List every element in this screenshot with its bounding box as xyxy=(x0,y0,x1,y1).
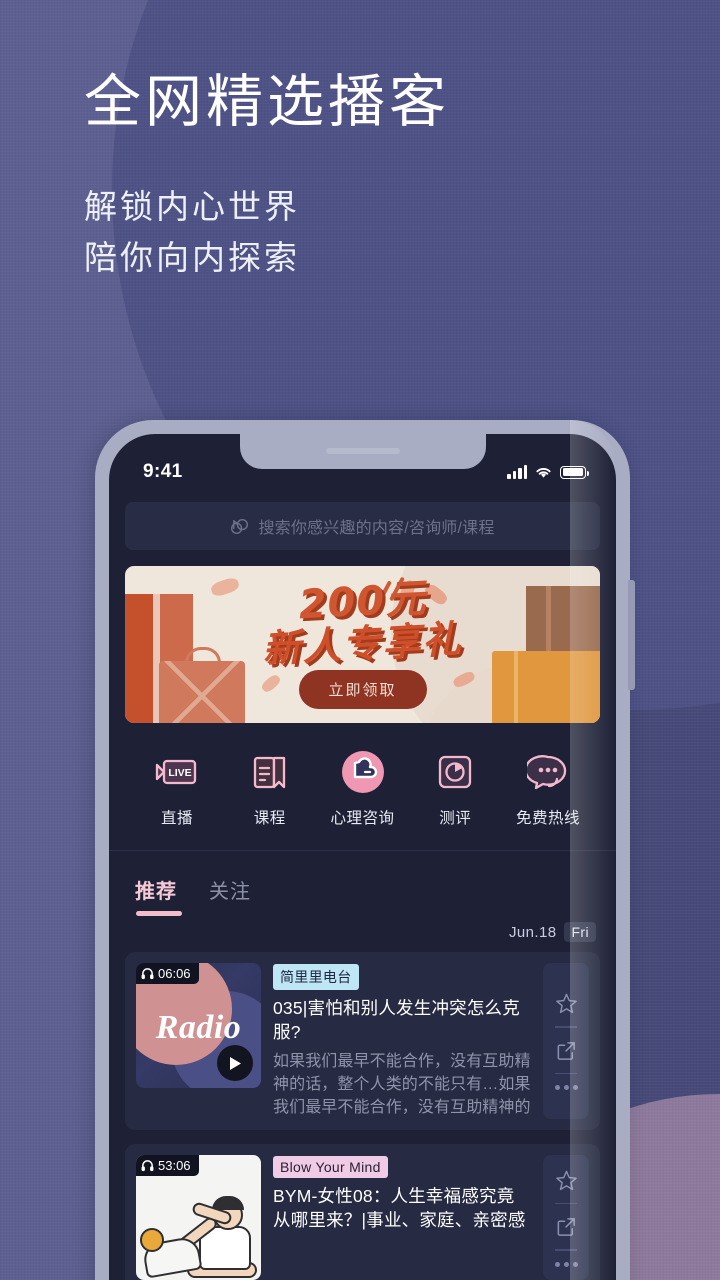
play-button[interactable] xyxy=(217,1045,253,1081)
more-dots-icon[interactable] xyxy=(554,1085,578,1091)
share-external-link-icon[interactable] xyxy=(555,1039,578,1062)
thumb-radio-text: Radio xyxy=(155,1009,242,1046)
battery-icon xyxy=(560,465,589,479)
card-action-rail xyxy=(543,963,589,1120)
claim-now-button[interactable]: 立即领取 xyxy=(298,670,427,709)
status-bar: 9:41 xyxy=(109,434,616,496)
phone-side-button xyxy=(628,580,635,690)
feed-date-row: Jun.18 Fri xyxy=(109,916,616,952)
tab-label: 关注 xyxy=(209,881,251,903)
wifi-icon xyxy=(536,467,551,478)
quicknav-item-live[interactable]: LIVE 直播 xyxy=(135,749,219,828)
phone-screen: 9:41 搜索你感兴趣的内容/咨询师/课程 200元 新人专享礼 立即领取 LI… xyxy=(109,434,616,1280)
card-description: 如果我们最早不能合作，没有互助精神的话，整个人类的不能只有…如果我们最早不能合作… xyxy=(273,1053,531,1117)
star-outline-icon[interactable] xyxy=(555,992,578,1015)
share-external-link-icon[interactable] xyxy=(555,1215,578,1238)
cellular-signal-icon xyxy=(507,465,527,479)
quicknav-item-hotline[interactable]: 免费热线 xyxy=(506,749,590,828)
rail-divider xyxy=(555,1026,577,1028)
quicknav-label: 免费热线 xyxy=(515,810,580,827)
hero-subtext: 解锁内心世界 陪你向内探索 xyxy=(84,181,450,283)
card-duration: 06:06 xyxy=(136,963,199,984)
counseling-cloud-icon xyxy=(340,749,386,795)
play-icon xyxy=(229,1056,241,1070)
card-tag[interactable]: 简里里电台 xyxy=(273,964,359,990)
card-title: BYM-女性08：人生幸福感究竟从哪里来？|事业、家庭、亲密感 xyxy=(273,1186,526,1230)
card-duration-text: 53:06 xyxy=(158,1158,191,1174)
svg-text:LIVE: LIVE xyxy=(168,767,191,779)
rail-divider xyxy=(555,1072,577,1075)
promo-page: 全网精选播客 解锁内心世界 陪你向内探索 9:41 搜索你感兴趣的内容/咨询师/… xyxy=(0,0,720,1280)
quicknav-label: 测评 xyxy=(439,810,472,827)
star-outline-icon[interactable] xyxy=(555,1169,578,1192)
card-duration-text: 06:06 xyxy=(158,966,191,981)
more-dots-icon[interactable] xyxy=(554,1261,578,1267)
promo-banner[interactable]: 200元 新人专享礼 立即领取 xyxy=(125,566,600,723)
rail-divider xyxy=(555,1202,577,1205)
book-icon xyxy=(247,749,293,795)
rail-divider xyxy=(555,1249,577,1251)
card-duration: 53:06 xyxy=(136,1155,199,1177)
quicknav-label: 心理咨询 xyxy=(330,810,395,827)
hero-subline-1: 解锁内心世界 xyxy=(84,187,300,225)
live-camera-icon: LIVE xyxy=(154,749,200,795)
quicknav-label: 课程 xyxy=(253,810,286,827)
card-body: 简里里电台 035|害怕和别人发生冲突怎么克服? 如果我们最早不能合作，没有互助… xyxy=(273,963,531,1119)
headphones-icon xyxy=(141,968,154,980)
feed-list: Radio 06:06 简里里电台 035|害怕和别人发生冲突怎么克服? 如果我… xyxy=(109,952,616,1280)
hero-headline: 全网精选播客 xyxy=(84,70,450,134)
status-time: 9:41 xyxy=(143,461,183,482)
card-thumbnail[interactable]: Radio 06:06 xyxy=(136,963,261,1088)
feed-card[interactable]: 53:06 Blow Your Mind BYM-女性08：人生幸福感究竟从哪里… xyxy=(125,1144,600,1280)
headphones-icon xyxy=(141,1160,154,1172)
quicknav-label: 直播 xyxy=(160,810,193,827)
assessment-chart-icon xyxy=(432,749,478,795)
card-title: 035|害怕和别人发生冲突怎么克服? xyxy=(273,998,520,1042)
search-placeholder: 搜索你感兴趣的内容/咨询师/课程 xyxy=(258,520,495,537)
card-body: Blow Your Mind BYM-女性08：人生幸福感究竟从哪里来？|事业、… xyxy=(273,1155,531,1280)
quicknav-item-counseling[interactable]: 心理咨询 xyxy=(321,749,405,828)
quicknav-item-assessment[interactable]: 测评 xyxy=(413,749,497,828)
hero-text-block: 全网精选播客 解锁内心世界 陪你向内探索 xyxy=(84,70,450,283)
feed-date-text: Jun.18 xyxy=(509,923,557,941)
status-icons xyxy=(507,465,589,479)
tab-label: 推荐 xyxy=(135,881,177,903)
quick-nav: LIVE 直播 课程 心理咨询 测评 免费热线 xyxy=(109,723,616,850)
feed-card[interactable]: Radio 06:06 简里里电台 035|害怕和别人发生冲突怎么克服? 如果我… xyxy=(125,952,600,1131)
feed-tabs: 推荐 关注 xyxy=(109,851,616,916)
tab-recommend[interactable]: 推荐 xyxy=(135,875,182,916)
hotline-chat-icon xyxy=(525,749,571,795)
banner-confetti xyxy=(259,672,283,695)
card-thumbnail[interactable]: 53:06 xyxy=(136,1155,261,1280)
hero-subline-2: 陪你向内探索 xyxy=(84,238,300,276)
search-logo-icon xyxy=(231,518,249,534)
search-input[interactable]: 搜索你感兴趣的内容/咨询师/课程 xyxy=(125,502,600,550)
banner-title-group: 200元 新人专享礼 xyxy=(125,576,600,672)
card-action-rail xyxy=(543,1155,589,1280)
card-tag[interactable]: Blow Your Mind xyxy=(273,1156,388,1179)
feed-weekday-badge: Fri xyxy=(564,922,596,942)
tab-following[interactable]: 关注 xyxy=(209,875,251,916)
phone-mockup: 9:41 搜索你感兴趣的内容/咨询师/课程 200元 新人专享礼 立即领取 LI… xyxy=(95,420,635,1280)
quicknav-item-course[interactable]: 课程 xyxy=(228,749,312,828)
